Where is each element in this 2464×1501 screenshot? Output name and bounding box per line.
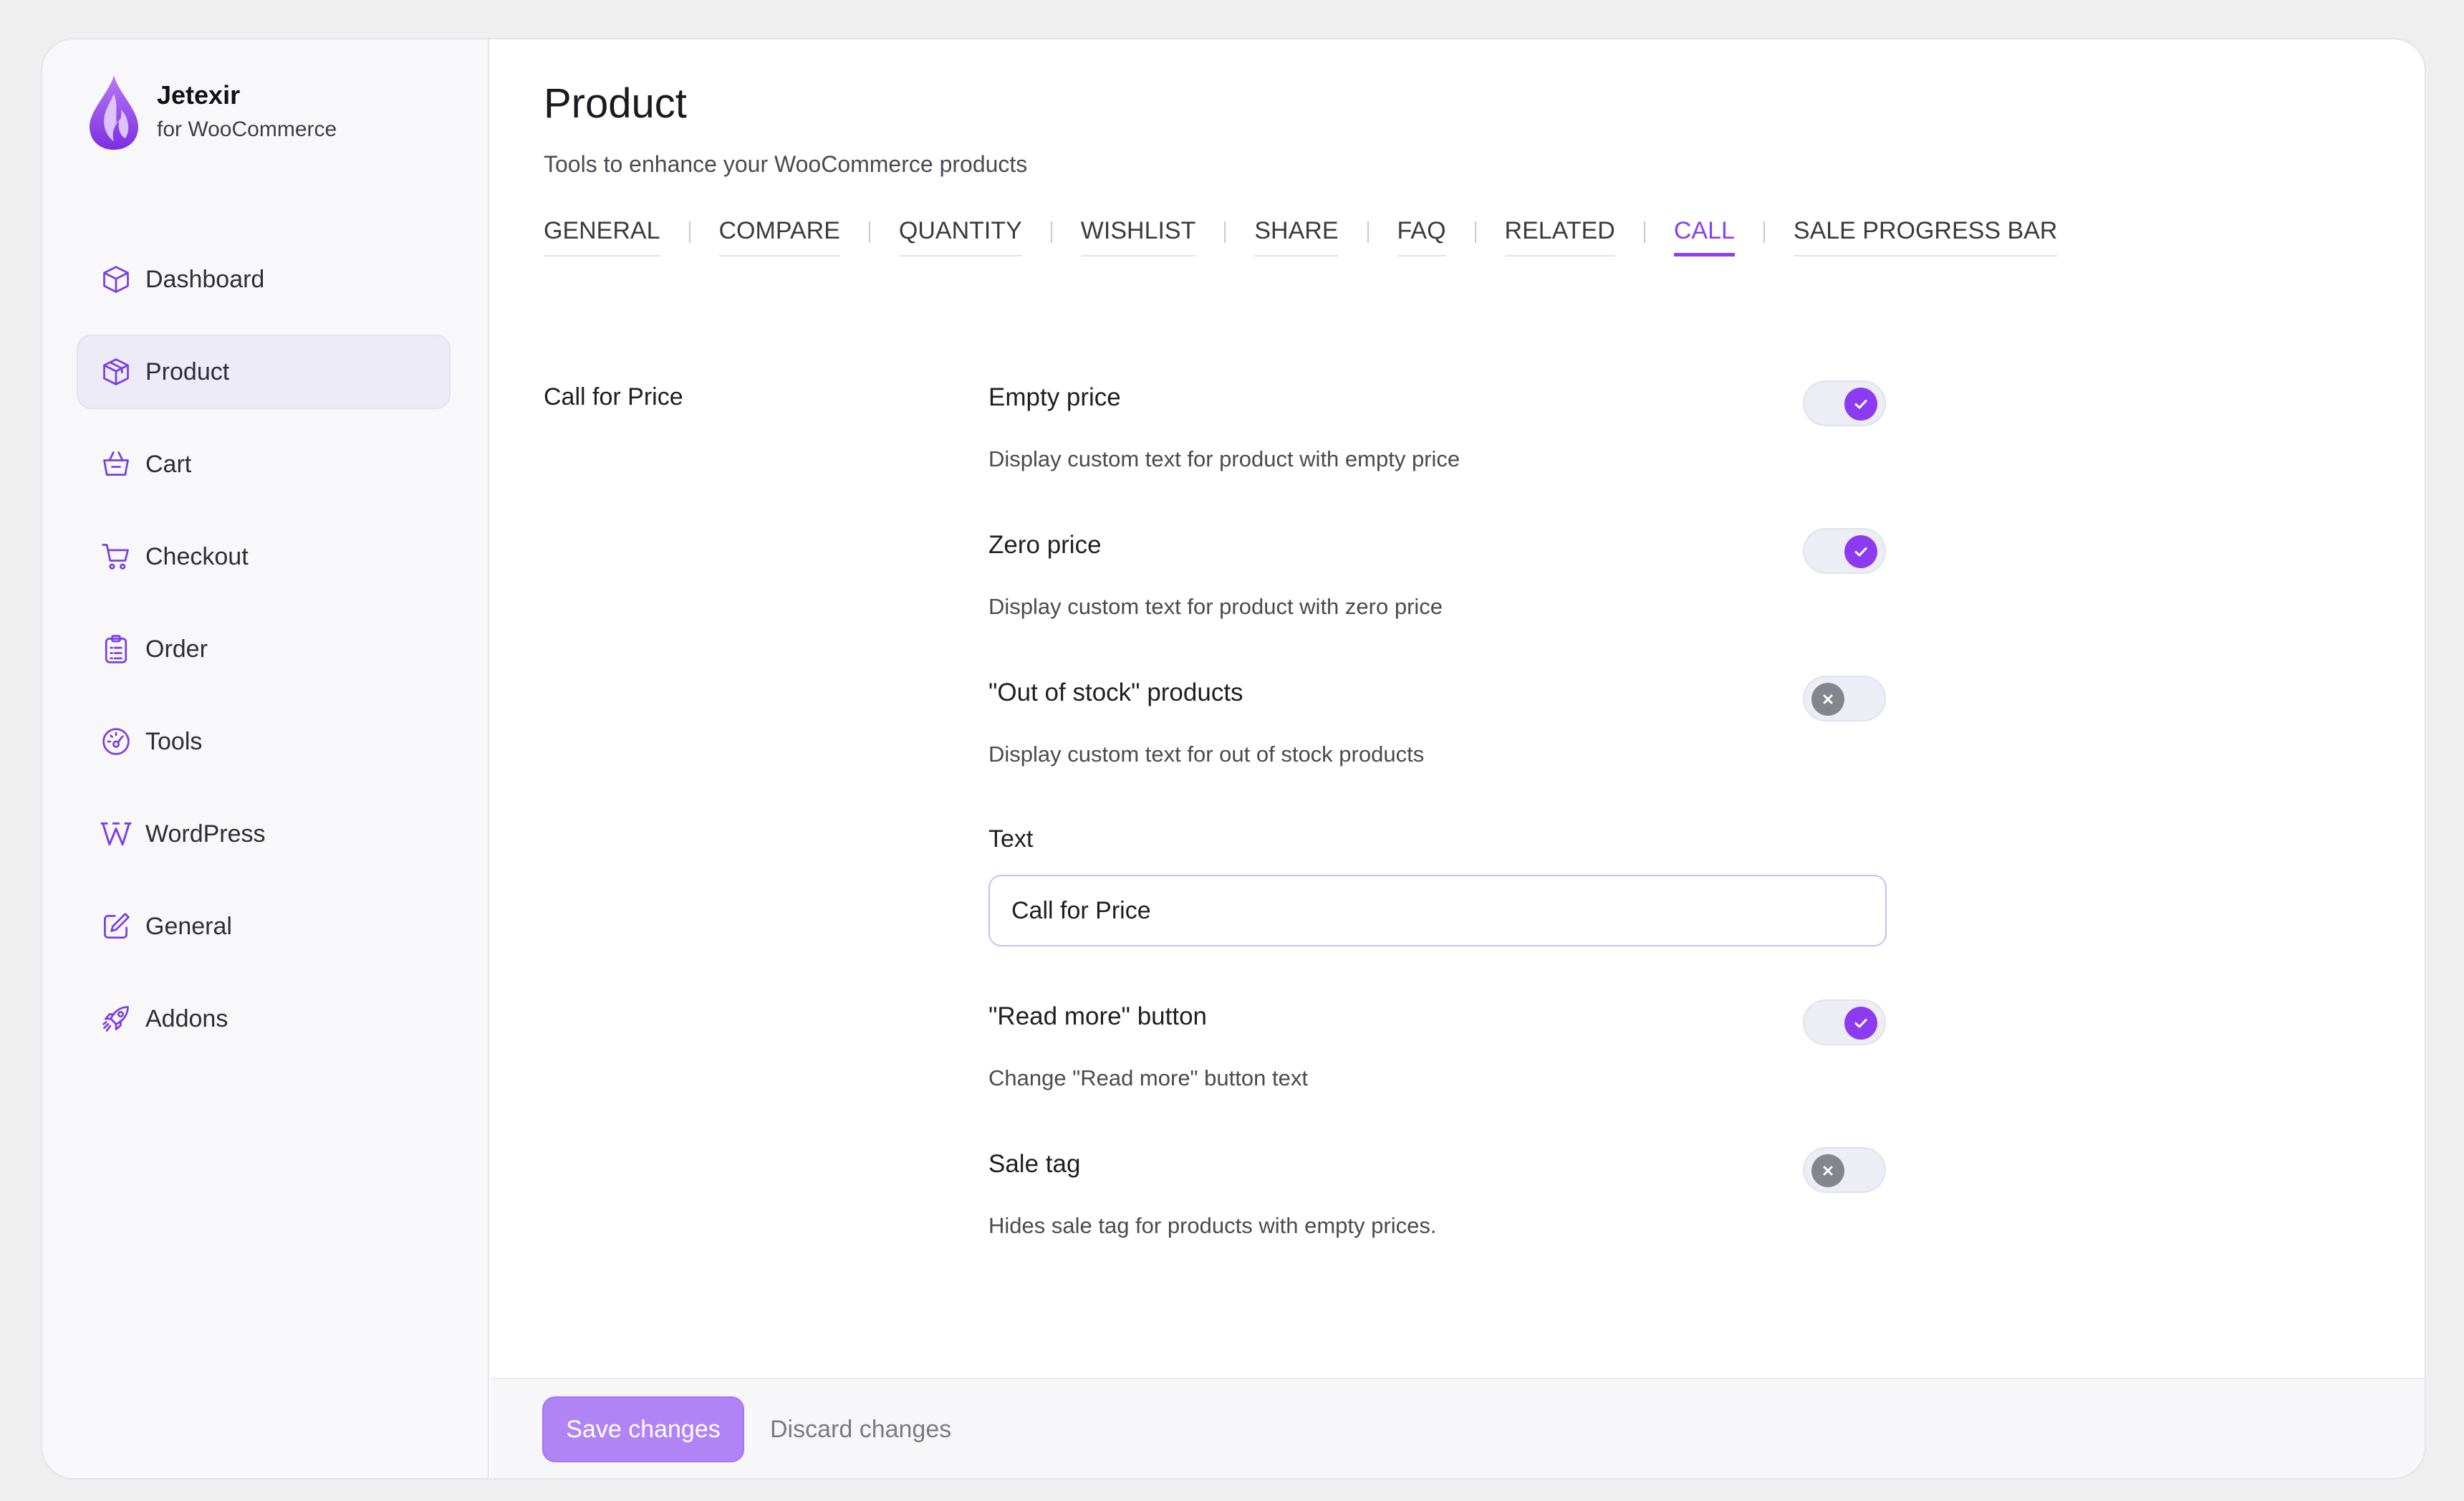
basket-icon bbox=[100, 448, 133, 481]
zero-price-description: Display custom text for product with zer… bbox=[988, 594, 1443, 619]
empty-price-description: Display custom text for product with emp… bbox=[988, 446, 1460, 471]
tab-separator bbox=[1224, 221, 1226, 243]
empty-price-toggle[interactable] bbox=[1803, 380, 1886, 426]
sidebar-item-label: Addons bbox=[145, 1004, 228, 1032]
zero-price-title: Zero price bbox=[988, 531, 1102, 559]
out-of-stock-toggle[interactable] bbox=[1803, 676, 1886, 721]
sidebar-item-label: Tools bbox=[145, 727, 203, 755]
sidebar-item-product[interactable]: Product bbox=[77, 335, 451, 409]
tab-separator bbox=[1367, 221, 1369, 243]
box-icon bbox=[100, 355, 133, 388]
sale-tag-title: Sale tag bbox=[988, 1150, 1081, 1178]
check-icon bbox=[1844, 388, 1877, 421]
cart-icon bbox=[100, 540, 133, 573]
sidebar-item-label: Cart bbox=[145, 450, 192, 478]
sidebar-item-label: Order bbox=[145, 635, 208, 663]
tab-call[interactable]: CALL bbox=[1673, 217, 1735, 256]
sidebar-item-order[interactable]: Order bbox=[77, 612, 451, 686]
sidebar-nav: Dashboard Product Cart Checkout Order To… bbox=[77, 242, 451, 1074]
tab-separator bbox=[1763, 221, 1765, 243]
tab-share[interactable]: SHARE bbox=[1254, 217, 1339, 256]
page-subtitle: Tools to enhance your WooCommerce produc… bbox=[544, 151, 1028, 177]
tab-separator bbox=[1474, 221, 1476, 243]
sidebar-item-cart[interactable]: Cart bbox=[77, 427, 451, 502]
sidebar-item-dashboard[interactable]: Dashboard bbox=[77, 242, 451, 317]
wordpress-icon bbox=[100, 817, 133, 850]
text-input[interactable] bbox=[988, 875, 1887, 946]
flame-logo-icon bbox=[90, 75, 138, 150]
tab-faq[interactable]: FAQ bbox=[1397, 217, 1446, 256]
close-icon bbox=[1811, 1154, 1844, 1187]
tab-separator bbox=[1643, 221, 1645, 243]
sidebar-item-label: Checkout bbox=[145, 542, 249, 570]
tab-separator bbox=[868, 221, 870, 243]
app-window: Jetexir for WooCommerce Dashboard Produc… bbox=[41, 38, 2426, 1480]
rocket-icon bbox=[100, 1002, 133, 1035]
section-label: Call for Price bbox=[544, 383, 683, 411]
sidebar-item-checkout[interactable]: Checkout bbox=[77, 519, 451, 594]
read-more-description: Change "Read more" button text bbox=[988, 1065, 1308, 1090]
read-more-toggle[interactable] bbox=[1803, 999, 1886, 1045]
text-field-label: Text bbox=[988, 825, 1034, 853]
check-icon bbox=[1844, 535, 1877, 568]
brand: Jetexir for WooCommerce bbox=[87, 72, 337, 153]
out-of-stock-description: Display custom text for out of stock pro… bbox=[988, 742, 1425, 767]
sidebar-item-label: Dashboard bbox=[145, 265, 265, 293]
sidebar-item-label: Product bbox=[145, 358, 230, 385]
empty-price-title: Empty price bbox=[988, 383, 1121, 411]
sale-tag-toggle[interactable] bbox=[1803, 1147, 1886, 1193]
tab-separator bbox=[688, 221, 690, 243]
sidebar: Jetexir for WooCommerce Dashboard Produc… bbox=[42, 39, 489, 1478]
save-button[interactable]: Save changes bbox=[542, 1396, 744, 1462]
sidebar-item-addons[interactable]: Addons bbox=[77, 982, 451, 1056]
tab-sale-progress-bar[interactable]: SALE PROGRESS BAR bbox=[1793, 217, 2058, 256]
close-icon bbox=[1811, 683, 1844, 716]
read-more-title: "Read more" button bbox=[988, 1002, 1208, 1030]
out-of-stock-title: "Out of stock" products bbox=[988, 678, 1243, 706]
check-icon bbox=[1844, 1007, 1877, 1040]
tab-bar: GENERAL COMPARE QUANTITY WISHLIST SHARE … bbox=[544, 217, 2058, 256]
clipboard-list-icon bbox=[100, 633, 133, 666]
cube-icon bbox=[100, 263, 133, 296]
tab-separator bbox=[1050, 221, 1052, 243]
sidebar-item-label: General bbox=[145, 912, 232, 940]
sidebar-item-general[interactable]: General bbox=[77, 889, 451, 964]
tab-wishlist[interactable]: WISHLIST bbox=[1080, 217, 1196, 256]
footer-bar: Save changes Discard changes bbox=[491, 1378, 2425, 1478]
page-title: Product bbox=[544, 80, 687, 127]
tab-related[interactable]: RELATED bbox=[1504, 217, 1615, 256]
discard-button[interactable]: Discard changes bbox=[770, 1396, 951, 1462]
sidebar-item-label: WordPress bbox=[145, 820, 266, 848]
tab-quantity[interactable]: QUANTITY bbox=[898, 217, 1022, 256]
sale-tag-description: Hides sale tag for products with empty p… bbox=[988, 1213, 1437, 1238]
zero-price-toggle[interactable] bbox=[1803, 528, 1886, 574]
main-content: Product Tools to enhance your WooCommerc… bbox=[491, 39, 2425, 1478]
brand-name: Jetexir bbox=[157, 80, 241, 110]
edit-icon bbox=[100, 910, 133, 943]
brand-subtitle: for WooCommerce bbox=[157, 118, 337, 141]
sidebar-item-tools[interactable]: Tools bbox=[77, 704, 451, 779]
sidebar-item-wordpress[interactable]: WordPress bbox=[77, 797, 451, 871]
tab-general[interactable]: GENERAL bbox=[544, 217, 660, 256]
gauge-icon bbox=[100, 725, 133, 758]
tab-compare[interactable]: COMPARE bbox=[718, 217, 840, 256]
